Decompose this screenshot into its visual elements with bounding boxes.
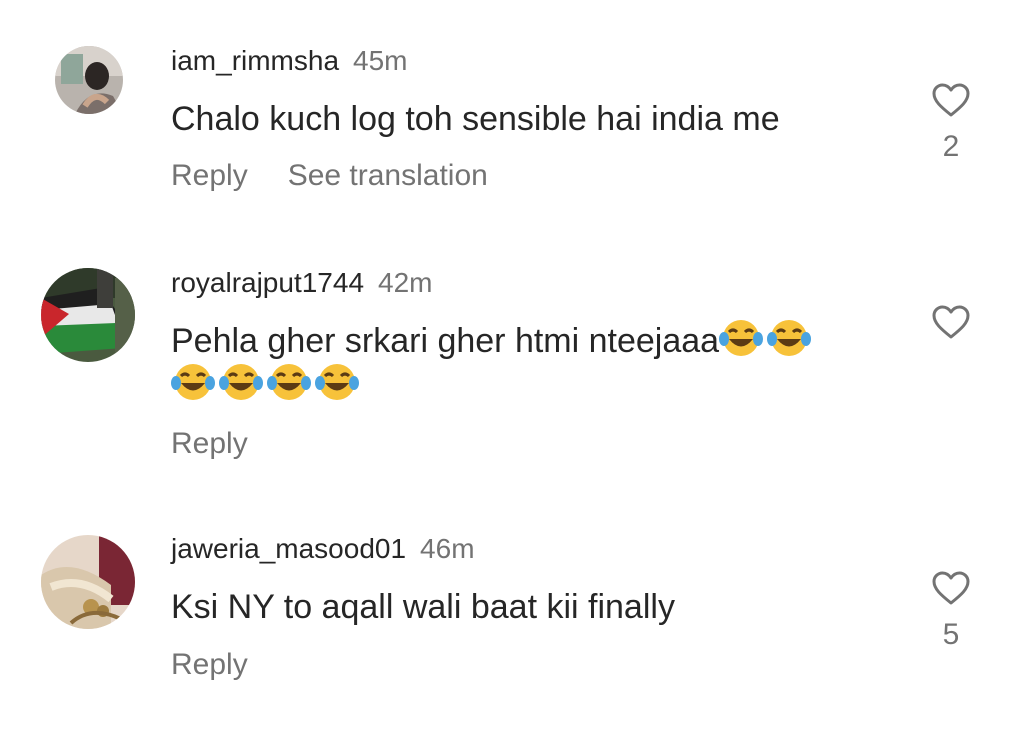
comment-timestamp: 46m — [420, 533, 475, 564]
comment-text: Chalo kuch log toh sensible hai india me — [171, 100, 780, 138]
like-control: 5 — [929, 570, 973, 652]
username[interactable]: jaweria_masood01 — [171, 533, 406, 564]
reply-button[interactable]: Reply — [171, 648, 248, 681]
laughing-tears-emoji-icon — [719, 318, 764, 370]
comment-timestamp: 42m — [378, 267, 433, 298]
comment-text: Pehla gher srkari gher htmi nteejaaa — [171, 322, 720, 360]
heart-icon[interactable] — [931, 304, 971, 340]
avatar[interactable] — [41, 268, 135, 362]
comment-header: jaweria_masood01 46m — [171, 532, 475, 566]
heart-icon[interactable] — [931, 82, 971, 118]
like-control — [929, 304, 973, 352]
comment-actions: Reply See translation — [171, 158, 528, 194]
heart-icon[interactable] — [931, 570, 971, 606]
like-control: 2 — [929, 82, 973, 164]
laughing-tears-emoji-icon — [767, 318, 812, 370]
reply-button[interactable]: Reply — [171, 427, 248, 460]
comment-text-line-2 — [171, 362, 363, 414]
comment-timestamp: 45m — [353, 45, 408, 76]
comment-actions: Reply — [171, 647, 288, 683]
laughing-tears-emoji-icon — [219, 362, 263, 414]
avatar[interactable] — [41, 535, 135, 629]
avatar[interactable] — [55, 46, 123, 114]
comment-header: royalrajput1744 42m — [171, 266, 433, 300]
laughing-tears-emoji-icon — [315, 362, 359, 414]
laughing-tears-emoji-icon — [171, 362, 215, 414]
like-count: 2 — [942, 130, 960, 163]
reply-button[interactable]: Reply — [171, 159, 248, 192]
comment-text: Ksi NY to aqall wali baat kii finally — [171, 588, 675, 626]
comment-header: iam_rimmsha 45m — [171, 44, 408, 78]
username[interactable]: iam_rimmsha — [171, 45, 339, 76]
like-count: 5 — [942, 618, 960, 651]
see-translation-button[interactable]: See translation — [288, 159, 488, 192]
comment-actions: Reply — [171, 426, 288, 462]
laughing-tears-emoji-icon — [267, 362, 311, 414]
username[interactable]: royalrajput1744 — [171, 267, 364, 298]
